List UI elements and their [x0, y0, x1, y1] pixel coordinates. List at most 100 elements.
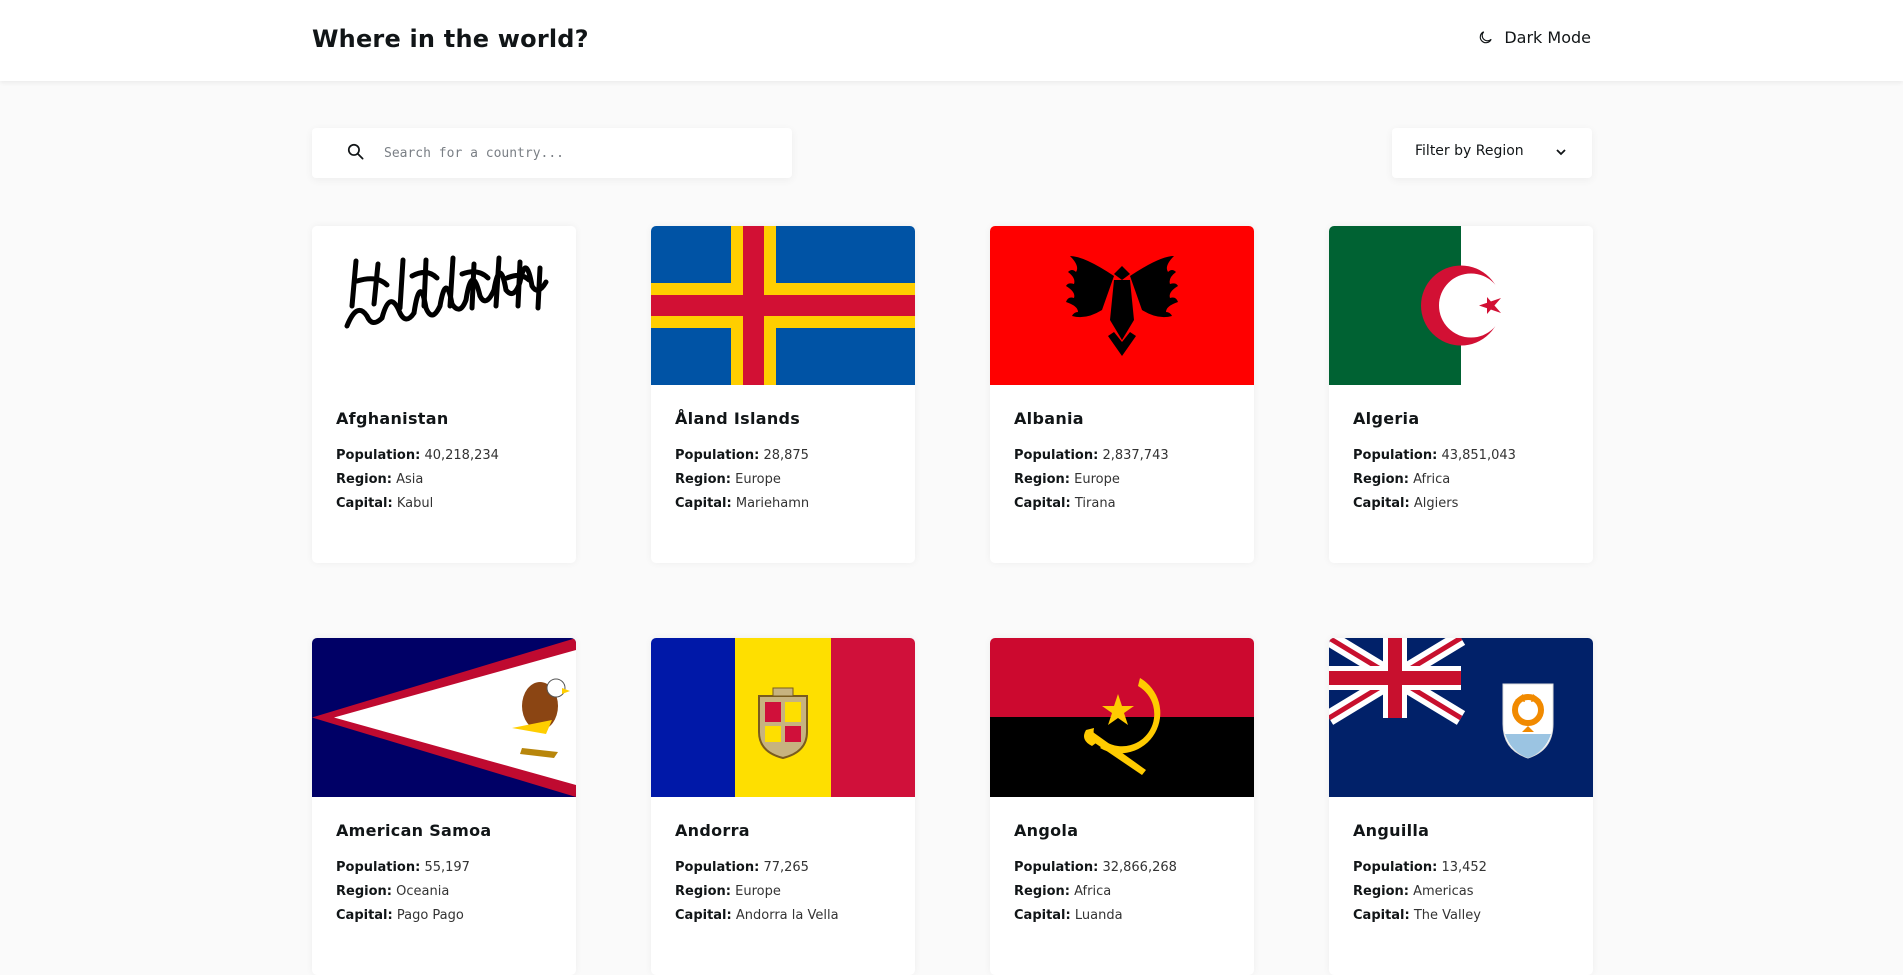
region-label: Region:	[336, 472, 392, 487]
search-icon	[347, 143, 364, 160]
flag-image	[312, 638, 576, 797]
american-samoa-flag	[312, 638, 576, 797]
country-name: Afghanistan	[336, 409, 449, 428]
country-card[interactable]: American Samoa Population: 55,197 Region…	[312, 638, 576, 975]
country-name: Algeria	[1353, 409, 1420, 428]
capital-row: Capital: Pago Pago	[336, 904, 552, 928]
population-label: Population:	[1353, 448, 1438, 463]
capital-label: Capital:	[336, 496, 393, 511]
capital-value: Mariehamn	[735, 496, 810, 511]
capital-label: Capital:	[336, 908, 393, 923]
capital-label: Capital:	[1014, 908, 1071, 923]
region-row: Region: Europe	[1014, 468, 1230, 492]
capital-row: Capital: Tirana	[1014, 492, 1230, 516]
region-value: Asia	[396, 472, 424, 487]
region-label: Region:	[675, 472, 731, 487]
top-bar: Where in the world? Dark Mode	[0, 0, 1903, 81]
country-name: Andorra	[675, 821, 750, 840]
region-value: Europe	[735, 884, 781, 899]
capital-value: Algiers	[1413, 496, 1459, 511]
flag-image	[990, 226, 1254, 385]
dark-mode-label: Dark Mode	[1504, 28, 1591, 47]
region-filter-label: Filter by Region	[1415, 143, 1524, 159]
region-value: Europe	[1074, 472, 1120, 487]
region-row: Region: Europe	[675, 468, 891, 492]
country-card[interactable]: Åland Islands Population: 28,875 Region:…	[651, 226, 915, 563]
anguilla-flag	[1329, 638, 1593, 797]
country-name: Anguilla	[1353, 821, 1430, 840]
region-label: Region:	[1353, 472, 1409, 487]
country-card[interactable]: Andorra Population: 77,265 Region: Europ…	[651, 638, 915, 975]
population-value: 40,218,234	[424, 448, 499, 463]
country-name: Angola	[1014, 821, 1079, 840]
region-row: Region: Europe	[675, 880, 891, 904]
region-row: Region: Africa	[1353, 468, 1569, 492]
capital-value: Tirana	[1074, 496, 1116, 511]
afghanistan-flag	[312, 226, 576, 385]
flag-image	[990, 638, 1254, 797]
population-row: Population: 55,197	[336, 856, 552, 880]
population-value: 55,197	[424, 860, 470, 875]
capital-row: Capital: Kabul	[336, 492, 552, 516]
capital-row: Capital: Luanda	[1014, 904, 1230, 928]
population-row: Population: 77,265	[675, 856, 891, 880]
search-input[interactable]	[384, 128, 774, 178]
flag-image	[651, 226, 915, 385]
capital-value: Pago Pago	[396, 908, 464, 923]
region-value: Americas	[1413, 884, 1474, 899]
chevron-down-icon	[1556, 149, 1566, 156]
population-value: 13,452	[1441, 860, 1487, 875]
population-row: Population: 13,452	[1353, 856, 1569, 880]
capital-row: Capital: Andorra la Vella	[675, 904, 891, 928]
region-label: Region:	[336, 884, 392, 899]
region-label: Region:	[675, 884, 731, 899]
country-card[interactable]: Algeria Population: 43,851,043 Region: A…	[1329, 226, 1593, 563]
moon-icon	[1480, 31, 1493, 44]
population-row: Population: 43,851,043	[1353, 444, 1569, 468]
region-value: Africa	[1413, 472, 1451, 487]
country-card[interactable]: Angola Population: 32,866,268 Region: Af…	[990, 638, 1254, 975]
population-row: Population: 28,875	[675, 444, 891, 468]
capital-row: Capital: Mariehamn	[675, 492, 891, 516]
population-label: Population:	[336, 860, 421, 875]
population-value: 28,875	[763, 448, 809, 463]
country-name: Albania	[1014, 409, 1084, 428]
capital-label: Capital:	[1014, 496, 1071, 511]
capital-label: Capital:	[1353, 496, 1410, 511]
region-row: Region: Oceania	[336, 880, 552, 904]
country-card[interactable]: Anguilla Population: 13,452 Region: Amer…	[1329, 638, 1593, 975]
capital-value: The Valley	[1413, 908, 1481, 923]
population-label: Population:	[1014, 448, 1099, 463]
country-name: Åland Islands	[675, 409, 801, 428]
region-row: Region: Africa	[1014, 880, 1230, 904]
population-label: Population:	[675, 860, 760, 875]
population-row: Population: 32,866,268	[1014, 856, 1230, 880]
algeria-flag	[1329, 226, 1593, 385]
dark-mode-toggle[interactable]: Dark Mode	[1477, 28, 1591, 47]
region-filter-dropdown[interactable]: Filter by Region	[1392, 128, 1592, 178]
albania-flag	[990, 226, 1254, 385]
population-value: 77,265	[763, 860, 809, 875]
region-label: Region:	[1353, 884, 1409, 899]
flag-image	[312, 226, 576, 385]
capital-row: Capital: Algiers	[1353, 492, 1569, 516]
country-card[interactable]: Albania Population: 2,837,743 Region: Eu…	[990, 226, 1254, 563]
population-value: 32,866,268	[1102, 860, 1177, 875]
flag-image	[1329, 226, 1593, 385]
capital-value: Andorra la Vella	[735, 908, 839, 923]
angola-flag	[990, 638, 1254, 797]
region-label: Region:	[1014, 884, 1070, 899]
country-card[interactable]: Afghanistan Population: 40,218,234 Regio…	[312, 226, 576, 563]
country-name: American Samoa	[336, 821, 492, 840]
region-label: Region:	[1014, 472, 1070, 487]
region-value: Europe	[735, 472, 781, 487]
population-label: Population:	[1014, 860, 1099, 875]
capital-value: Kabul	[396, 496, 434, 511]
capital-label: Capital:	[675, 908, 732, 923]
region-row: Region: Americas	[1353, 880, 1569, 904]
population-label: Population:	[336, 448, 421, 463]
population-label: Population:	[675, 448, 760, 463]
population-row: Population: 40,218,234	[336, 444, 552, 468]
capital-label: Capital:	[1353, 908, 1410, 923]
app-title: Where in the world?	[312, 25, 589, 53]
